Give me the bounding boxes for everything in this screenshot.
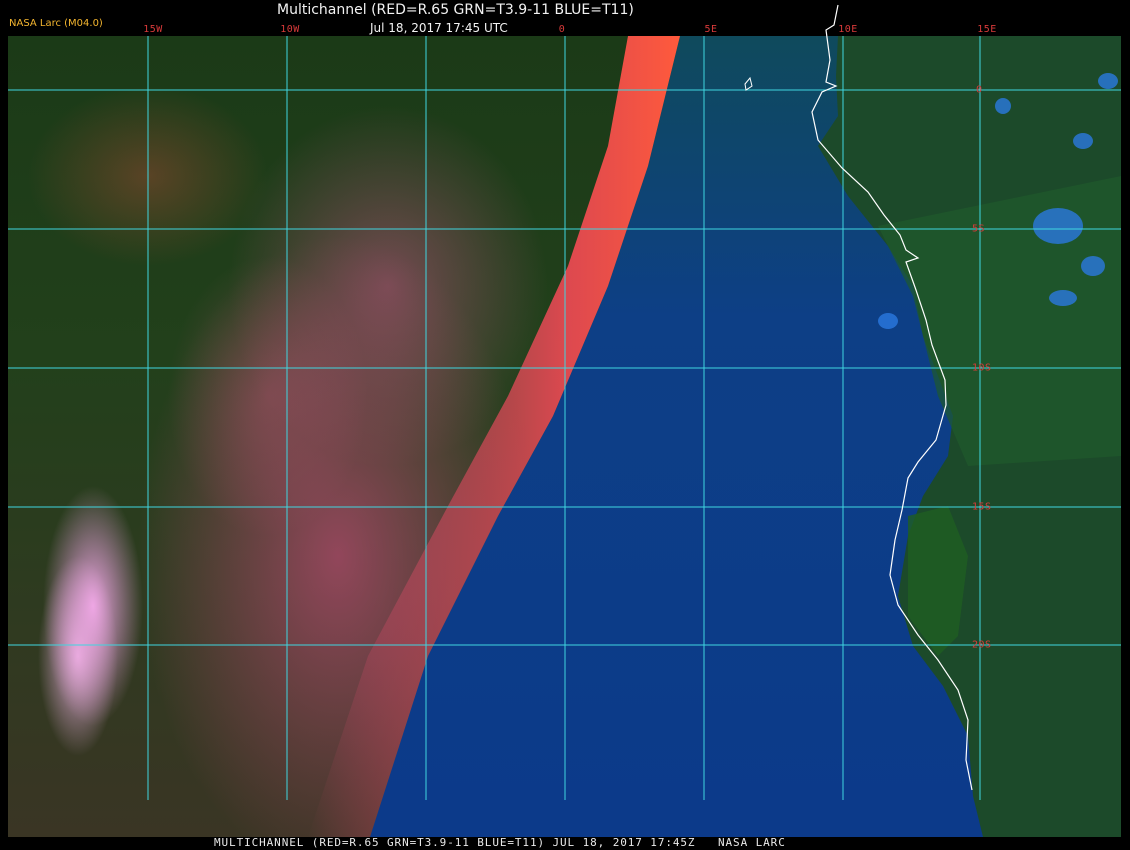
satellite-image-viewer: Multichannel (RED=R.65 GRN=T3.9-11 BLUE=… (0, 0, 1130, 850)
lon-label-0: 0 (558, 24, 566, 35)
footer-caption: MULTICHANNEL (RED=R.65 GRN=T3.9-11 BLUE=… (214, 836, 786, 849)
coastline (811, 4, 973, 791)
lon-label-5e: 5E (704, 24, 718, 35)
lon-label-15e: 15E (977, 24, 997, 35)
lat-label-0: 0 (976, 84, 983, 96)
lat-label-5s: 5S (972, 223, 986, 235)
lon-label-10w: 10W (280, 24, 300, 35)
image-timestamp: Jul 18, 2017 17:45 UTC (370, 21, 508, 35)
lat-label-10s: 10S (972, 362, 992, 374)
longitude-grid (147, 36, 981, 800)
lon-label-10e: 10E (838, 24, 858, 35)
image-title: Multichannel (RED=R.65 GRN=T3.9-11 BLUE=… (277, 2, 634, 18)
lat-label-20s: 20S (972, 639, 992, 651)
island-bioko (744, 76, 753, 91)
lat-label-15s: 15S (972, 501, 992, 513)
product-badge: NASA Larc (M04.0) (9, 18, 103, 29)
map-overlay (8, 4, 1121, 800)
lon-label-15w: 15W (143, 24, 163, 35)
